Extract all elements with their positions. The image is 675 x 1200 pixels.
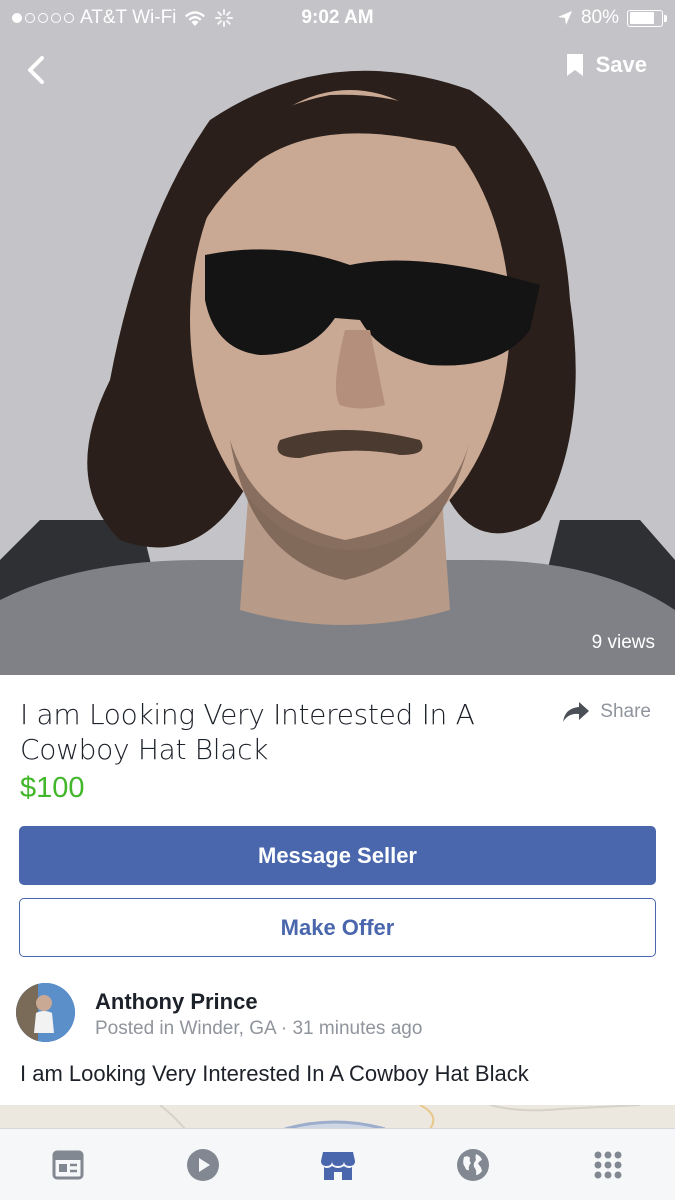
tab-video[interactable] (135, 1129, 270, 1200)
signal-strength-icon (12, 13, 74, 23)
tab-news-feed[interactable] (0, 1129, 135, 1200)
notifications-globe-icon (456, 1148, 489, 1181)
message-seller-button[interactable]: Message Seller (19, 826, 656, 885)
tab-notifications[interactable] (405, 1129, 540, 1200)
status-bar: AT&T Wi-Fi 9:02 AM 80% (0, 0, 675, 36)
seller-name[interactable]: Anthony Prince (95, 989, 258, 1015)
avatar-photo (16, 983, 75, 1042)
activity-spinner-icon (215, 9, 234, 27)
listing-title: I am Looking Very Interested In A Cowboy… (20, 698, 475, 766)
share-label: Share (600, 701, 651, 722)
battery-percent: 80% (580, 7, 619, 28)
location-arrow-icon (557, 11, 572, 25)
listing-price: $100 (20, 772, 85, 804)
share-button[interactable]: Share (562, 701, 651, 723)
save-label: Save (595, 52, 647, 77)
seller-meta: Posted in Winder, GA · 31 minutes ago (95, 1018, 423, 1039)
map-preview[interactable] (0, 1105, 675, 1129)
bookmark-icon (566, 54, 583, 76)
share-arrow-icon (563, 702, 590, 722)
video-icon (186, 1148, 219, 1181)
wifi-icon (185, 10, 206, 26)
photo-illustration (0, 0, 675, 675)
seller-info[interactable]: Anthony Prince Posted in Winder, GA · 31… (16, 983, 656, 1043)
menu-grid-icon (594, 1151, 621, 1178)
listing-description: I am Looking Very Interested In A Cowboy… (20, 1061, 529, 1086)
carrier-label: AT&T Wi-Fi (80, 7, 177, 28)
view-count: 9 views (591, 632, 655, 653)
bottom-tab-bar (0, 1128, 675, 1200)
tab-menu[interactable] (540, 1129, 675, 1200)
listing-photo[interactable] (0, 0, 675, 675)
make-offer-label: Make Offer (280, 914, 395, 940)
message-seller-label: Message Seller (258, 842, 417, 868)
marketplace-icon (320, 1151, 355, 1180)
back-button[interactable] (18, 50, 54, 90)
chevron-left-icon (28, 56, 44, 84)
make-offer-button[interactable]: Make Offer (19, 898, 656, 957)
save-button[interactable]: Save (566, 52, 647, 78)
news-feed-icon (52, 1150, 83, 1179)
map-illustration (159, 1105, 641, 1129)
battery-icon (627, 9, 667, 27)
tab-marketplace[interactable] (270, 1129, 405, 1200)
seller-avatar[interactable] (16, 983, 75, 1042)
